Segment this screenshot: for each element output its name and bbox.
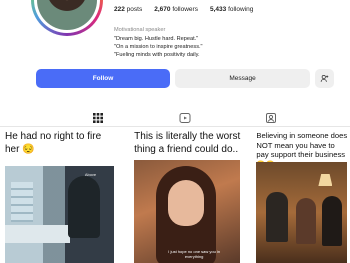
stat-followers[interactable]: 2,670 followers [154, 6, 198, 13]
reels-icon [179, 113, 191, 123]
add-user-icon [320, 74, 329, 82]
profile-stats: 222 posts 2,670 followers 5,433 followin… [114, 6, 253, 13]
scene-person [68, 176, 101, 238]
followers-count: 2,670 [154, 6, 171, 13]
posts-grid: He had no right to fire her 😔 Above This… [0, 128, 350, 263]
scene-bed [5, 225, 71, 243]
post-image: Above [5, 166, 115, 263]
scene-face [168, 180, 205, 226]
post-caption: He had no right to fire her 😔 [5, 131, 102, 155]
scene-lamp [318, 174, 333, 186]
post-image [256, 162, 347, 263]
video-overlay-text: Above [84, 172, 97, 177]
profile-tabs [0, 109, 350, 127]
tagged-icon [266, 113, 276, 123]
following-count: 5,433 [209, 6, 227, 13]
profile-actions: Follow Message [36, 69, 334, 88]
post-thumbnail[interactable]: Believing in someone does NOT mean you h… [251, 128, 350, 263]
avatar [37, 0, 97, 30]
profile-avatar-ring[interactable] [31, 0, 103, 36]
message-button[interactable]: Message [175, 69, 310, 88]
posts-count: 222 [114, 6, 125, 13]
followers-label: followers [172, 6, 198, 13]
post-image: I just hope no one saw you in everything [134, 160, 241, 263]
bio-line: "Fueling minds with positivity daily. [114, 52, 200, 58]
avatar-frame [34, 0, 100, 33]
post-thumbnail[interactable]: He had no right to fire her 😔 Above [0, 128, 118, 263]
post-thumbnail[interactable]: This is literally the worst thing a frie… [129, 128, 244, 263]
grid-icon [93, 113, 103, 123]
bio-line: "Dream big. Hustle hard. Repeat." [114, 36, 199, 42]
posts-label: posts [126, 6, 143, 13]
add-user-button[interactable] [315, 69, 334, 88]
stat-following[interactable]: 5,433 following [210, 6, 253, 13]
following-label: following [228, 6, 254, 13]
stat-posts[interactable]: 222 posts [114, 6, 142, 13]
scene-person [296, 198, 317, 244]
profile-category: Motivational speaker [114, 27, 166, 33]
bio-line: "On a mission to inspire greatness." [114, 44, 203, 50]
profile-bio: Motivational speaker "Dream big. Hustle … [114, 26, 203, 59]
scene-person [322, 196, 343, 246]
tab-reels[interactable] [179, 111, 191, 123]
tab-posts[interactable] [86, 111, 110, 127]
video-subtitle: I just hope no one saw you in everything [168, 249, 221, 259]
scene-person [266, 192, 289, 242]
tabs-divider [0, 126, 350, 127]
tab-tagged[interactable] [265, 111, 277, 123]
follow-button[interactable]: Follow [36, 69, 170, 88]
post-caption: This is literally the worst thing a frie… [134, 131, 241, 155]
scene-shelf [11, 182, 33, 222]
